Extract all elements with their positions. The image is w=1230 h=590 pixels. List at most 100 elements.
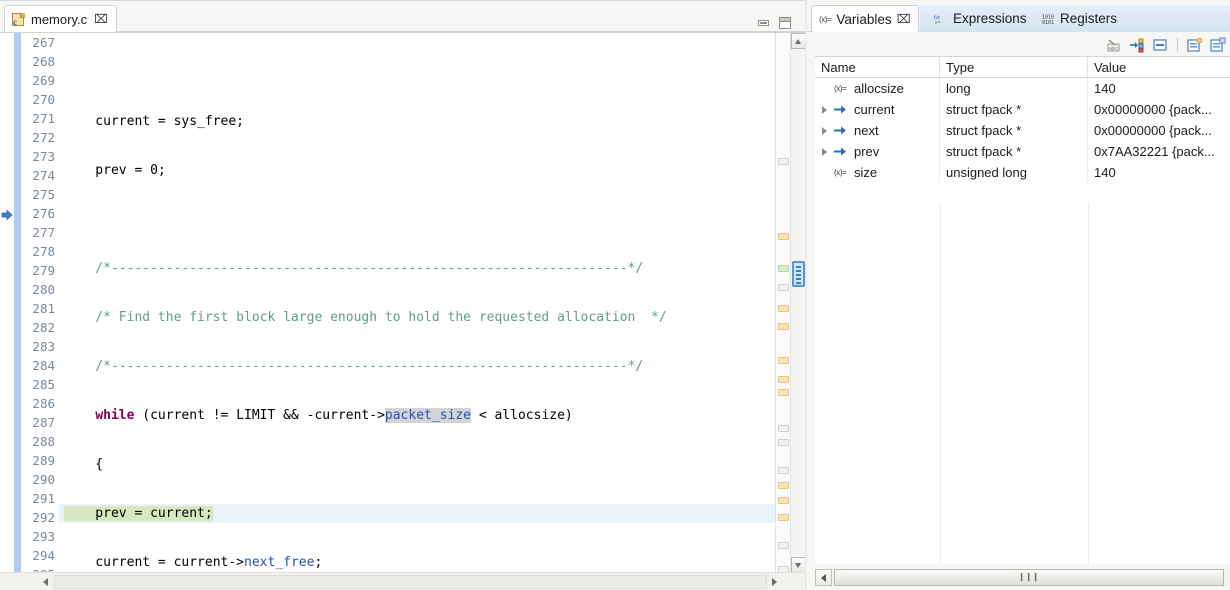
line-number: 276 [32, 206, 55, 221]
overview-ruler-mark[interactable] [778, 425, 789, 432]
scroll-up-arrow-icon[interactable] [791, 33, 806, 49]
variables-pane: (x)= Variables ⌧ 6x x= Expressions 1010 [807, 0, 1230, 590]
table-row[interactable]: (x)= allocsize long 140 [815, 78, 1230, 99]
variables-empty-area[interactable] [815, 204, 1230, 564]
editor-vertical-scrollbar[interactable] [790, 33, 806, 573]
line-number: 270 [32, 92, 55, 107]
variables-table[interactable]: Name Type Value (x)= allocsize long 140 [815, 56, 1230, 564]
scroll-thumb[interactable] [792, 261, 805, 287]
overview-ruler-mark[interactable] [778, 284, 789, 291]
overview-ruler[interactable] [775, 33, 790, 573]
code-line: prev = 0; [64, 163, 166, 178]
tab-variables[interactable]: (x)= Variables ⌧ [811, 5, 919, 32]
variable-name-cell[interactable]: (x)= size [815, 162, 940, 183]
scroll-down-arrow-icon[interactable] [791, 557, 806, 573]
pointer-variable-icon [834, 146, 850, 157]
expand-twisty[interactable] [821, 120, 830, 141]
show-type-names-icon[interactable]: abc [1106, 37, 1122, 53]
expand-twisty[interactable] [821, 78, 830, 99]
variable-value[interactable]: 140 [1088, 78, 1230, 99]
overview-ruler-mark[interactable] [778, 467, 789, 474]
pointer-variable-icon [834, 104, 850, 115]
overview-ruler-mark[interactable] [778, 439, 789, 446]
editor-hscroll-track[interactable] [54, 575, 767, 589]
overview-ruler-mark[interactable] [778, 323, 789, 330]
overview-ruler-mark[interactable] [778, 265, 789, 272]
overview-ruler-mark[interactable] [778, 542, 789, 549]
overview-ruler-mark[interactable] [778, 497, 789, 504]
overview-ruler-mark[interactable] [778, 158, 789, 165]
variables-horizontal-scrollbar[interactable]: ❙❙❙ [815, 569, 1230, 586]
variable-value[interactable]: 0x00000000 {pack... [1088, 99, 1230, 120]
breakpoint-ruler[interactable] [0, 33, 14, 573]
line-number: 274 [32, 168, 55, 183]
line-number: 281 [32, 301, 55, 316]
column-header-type[interactable]: Type [940, 57, 1088, 77]
variable-type: struct fpack * [940, 99, 1088, 120]
show-logical-structure-icon[interactable] [1129, 37, 1145, 53]
line-number: 268 [32, 54, 55, 69]
minimize-icon[interactable] [757, 17, 771, 29]
scroll-right-arrow-icon[interactable] [767, 574, 783, 590]
code-line: current = current->next_free; [64, 555, 323, 570]
table-row[interactable]: (x)= size unsigned long 140 [815, 162, 1230, 183]
overview-ruler-mark[interactable] [778, 482, 789, 489]
variable-name-cell[interactable]: next [815, 120, 940, 141]
pointer-variable-icon [834, 125, 850, 136]
table-row[interactable]: prev struct fpack * 0x7AA32221 {pack... [815, 141, 1230, 162]
expand-twisty[interactable] [821, 162, 830, 183]
variable-name-cell[interactable]: current [815, 99, 940, 120]
line-number: 288 [32, 434, 55, 449]
variable-name: prev [854, 144, 880, 159]
collapse-all-icon[interactable] [1152, 37, 1168, 53]
close-icon[interactable]: ⌧ [897, 12, 911, 26]
code-editor-area[interactable]: 267 268 269 270 271 272 273 274 275 276 277 278 279 2… [0, 32, 806, 582]
variable-value[interactable]: 0x7AA32221 {pack... [1088, 141, 1230, 162]
close-icon[interactable]: ⌧ [94, 13, 108, 25]
line-number: 293 [32, 529, 55, 544]
maximize-icon[interactable] [778, 17, 792, 29]
new-variable-icon[interactable] [1187, 37, 1203, 53]
variable-name-cell[interactable]: (x)= allocsize [815, 78, 940, 99]
editor-tab-label: memory.c [31, 11, 88, 27]
expressions-icon: 6x x= [934, 13, 948, 25]
tab-expressions[interactable]: 6x x= Expressions [927, 5, 1034, 32]
column-header-name[interactable]: Name [815, 57, 940, 77]
overview-ruler-mark[interactable] [778, 233, 789, 240]
editor-horizontal-scrollbar[interactable] [0, 572, 805, 590]
eclipse-debug-perspective: c memory.c ⌧ 267 268 269 270 271 272 273 274 275… [0, 0, 1230, 590]
new-watch-expression-icon[interactable] [1210, 37, 1226, 53]
variables-table-header: Name Type Value [815, 57, 1230, 78]
editor-tab-memory-c[interactable]: c memory.c ⌧ [4, 5, 117, 32]
code-line: /*--------------------------------------… [64, 359, 644, 374]
overview-ruler-mark[interactable] [778, 514, 789, 521]
variable-type: unsigned long [940, 162, 1088, 183]
scroll-left-arrow-icon[interactable] [815, 569, 832, 586]
tab-registers[interactable]: 1010 0101 Registers [1035, 5, 1124, 32]
svg-text:x=: x= [935, 20, 941, 25]
table-row[interactable]: next struct fpack * 0x00000000 {pack... [815, 120, 1230, 141]
variable-value[interactable]: 140 [1088, 162, 1230, 183]
column-header-value[interactable]: Value [1088, 57, 1230, 77]
overview-ruler-mark[interactable] [778, 389, 789, 396]
overview-ruler-mark[interactable] [778, 357, 789, 364]
tab-registers-label: Registers [1060, 11, 1118, 26]
code-line: current = sys_free; [64, 114, 245, 129]
line-number: 286 [32, 396, 55, 411]
primitive-variable-icon: (x)= [834, 168, 847, 177]
variable-value[interactable]: 0x00000000 {pack... [1088, 120, 1230, 141]
overview-ruler-mark[interactable] [778, 305, 789, 312]
line-number: 279 [32, 263, 55, 278]
table-row[interactable]: current struct fpack * 0x00000000 {pack.… [815, 99, 1230, 120]
variable-name-cell[interactable]: prev [815, 141, 940, 162]
line-number: 292 [32, 510, 55, 525]
scroll-thumb[interactable]: ❙❙❙ [834, 569, 1224, 586]
code-line-current: prev = current; [59, 504, 775, 523]
scroll-left-arrow-icon[interactable] [38, 574, 54, 590]
line-number-ruler: 267 268 269 270 271 272 273 274 275 276 277 278 279 2… [21, 33, 59, 582]
expand-twisty[interactable] [821, 141, 830, 162]
overview-ruler-mark[interactable] [778, 376, 789, 383]
expand-twisty[interactable] [821, 99, 830, 120]
source-code-text[interactable]: current = sys_free; prev = 0; /*--------… [59, 33, 775, 573]
